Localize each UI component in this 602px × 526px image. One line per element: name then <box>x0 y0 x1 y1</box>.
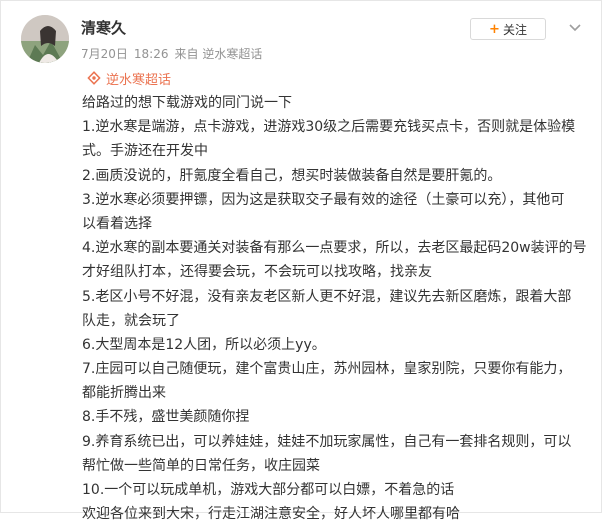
post-text-line: 9.养育系统已出，可以养娃娃，娃娃不加玩家属性，自己有一套排名规则，可以 <box>82 433 572 450</box>
chevron-down-icon[interactable] <box>567 19 583 32</box>
super-topic-label: 逆水寒超话 <box>106 72 172 88</box>
follow-label: 关注 <box>502 22 527 37</box>
post-content: 给路过的想下载游戏的同门说一下 1.逆水寒是端游，点卡游戏，进游戏30级之后需要充… <box>82 91 592 526</box>
super-topic-icon <box>87 71 101 85</box>
post-text-line: 10.一个可以玩成单机，游戏大部分都可以白嫖，不着急的话 <box>82 482 455 498</box>
avatar[interactable] <box>21 15 69 63</box>
post-time[interactable]: 18:26 <box>134 47 169 61</box>
post-text-line: 6.大型周本是12人团，所以必须上yy。 <box>82 336 326 353</box>
post-text-line: 2.画质没说的，肝氪度全看自己，想买时装做装备自然是要肝氪的。 <box>82 167 502 184</box>
post-text-line: 4.逆水寒的副本要通关对装备有那么一点要求，所以，去老区最起码20w装评的号 <box>82 240 587 257</box>
post-date[interactable]: 7月20日 <box>81 47 128 61</box>
super-topic-link[interactable]: 逆水寒超话 <box>87 69 172 88</box>
post-text-line: 1.逆水寒是端游，点卡游戏，进游戏30级之后需要充钱买点卡，否则就是体验模 <box>82 119 576 136</box>
post-text-line: 式。手游还在开发中 <box>82 143 208 160</box>
post-text-line: 给路过的想下载游戏的同门说一下 <box>82 95 292 111</box>
post-text-line: 才好组队打本，还得要会玩，不会玩可以找攻略，找亲友 <box>82 264 432 281</box>
post-source[interactable]: 来自 逆水寒超话 <box>175 47 263 61</box>
post-text-line: 欢迎各位来到大宋，行走江湖注意安全，好人坏人哪里都有哈 <box>82 506 460 523</box>
weibo-post-card: 清寒久 7月20日 18:26 来自 逆水寒超话 + 关注 逆水寒超话 给路过的想下… <box>0 0 602 522</box>
post-text-line: 队走，就会玩了 <box>82 312 180 329</box>
username[interactable]: 清寒久 <box>81 17 126 38</box>
post-text-line: 5.老区小号不好混，没有亲友老区新人更不好混，建议先去新区磨炼，跟着大部 <box>82 288 572 305</box>
post-text-line: 都能折腾出来 <box>82 385 166 402</box>
post-meta: 7月20日 18:26 来自 逆水寒超话 <box>81 45 268 62</box>
post-text-line: 7.庄园可以自己随便玩，建个富贵山庄，苏州园林，皇家别院，只要你有能力， <box>82 361 572 378</box>
avatar-image <box>21 15 69 63</box>
plus-icon: + <box>489 21 500 37</box>
follow-button[interactable]: + 关注 <box>470 18 546 40</box>
post-text-line: 以看着选择 <box>82 215 152 232</box>
post-text-line: 8.手不残，盛世美颜随你捏 <box>82 409 250 426</box>
post-text-line: 帮忙做一些简单的日常任务，收庄园菜 <box>82 457 320 474</box>
post-text-line: 3.逆水寒必须要押镖，因为这是获取交子最有效的途径（土豪可以充），其他可 <box>82 191 565 208</box>
